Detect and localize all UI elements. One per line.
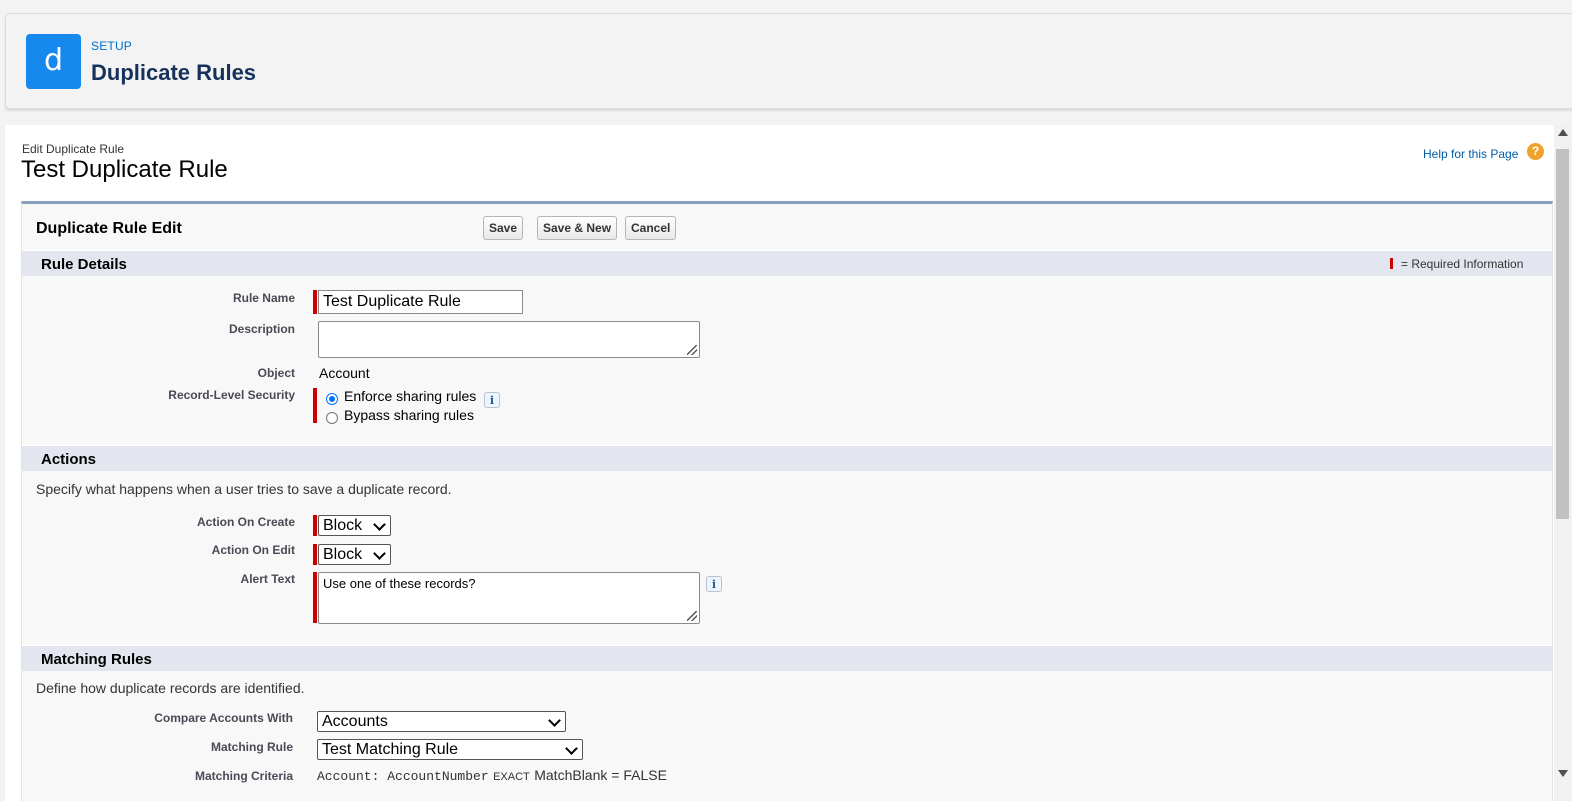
description-textarea[interactable] — [318, 321, 700, 358]
section-title: Rule Details — [41, 256, 127, 273]
save-button[interactable]: Save — [483, 216, 524, 240]
section-title: Matching Rules — [41, 651, 152, 668]
bypass-sharing-label[interactable]: Bypass sharing rules — [344, 407, 474, 423]
actions-description: Specify what happens when a user tries t… — [36, 481, 452, 497]
enforce-sharing-radio[interactable] — [326, 393, 338, 405]
edit-rule-label: Edit Duplicate Rule — [22, 142, 125, 156]
matching-rule-value: Test Matching Rule — [322, 741, 459, 758]
chevron-down-icon — [373, 518, 386, 531]
section-rule-details: Rule Details = Required Information — [22, 250, 1552, 276]
required-legend: = Required Information — [1390, 257, 1523, 271]
help-link[interactable]: Help for this Page — [1423, 147, 1518, 161]
matching-rule-select[interactable]: Test Matching Rule — [317, 739, 583, 760]
matching-criteria-label: Matching Criteria — [194, 769, 293, 783]
setup-app-icon: d — [26, 34, 81, 89]
criteria-method: EXACT — [493, 771, 530, 783]
help-icon[interactable]: ? — [1527, 143, 1544, 160]
record-title: Test Duplicate Rule — [21, 156, 228, 183]
top-strip — [0, 0, 1572, 14]
info-icon[interactable]: i — [706, 576, 722, 592]
alert-text-value: Use one of these records? — [323, 576, 476, 591]
alert-text-label: Alert Text — [240, 572, 295, 586]
required-marker — [313, 388, 317, 423]
scrollbar-thumb[interactable] — [1556, 149, 1569, 519]
chevron-down-icon — [548, 714, 561, 727]
action-on-create-value: Block — [323, 517, 363, 534]
alert-text-textarea[interactable]: Use one of these records? — [318, 572, 700, 624]
required-marker — [313, 544, 317, 565]
compare-accounts-select[interactable]: Accounts — [317, 711, 566, 732]
required-marker — [313, 572, 317, 623]
action-on-create-select[interactable]: Block — [318, 515, 391, 536]
criteria-match-blank: MatchBlank = FALSE — [534, 767, 667, 783]
chevron-down-icon — [373, 547, 386, 560]
enforce-sharing-label[interactable]: Enforce sharing rules — [344, 388, 476, 404]
cancel-button[interactable]: Cancel — [625, 216, 677, 240]
resize-handle-icon[interactable] — [687, 345, 697, 355]
scroll-up-arrow-icon[interactable] — [1558, 129, 1568, 136]
info-icon[interactable]: i — [484, 392, 500, 408]
matching-rule-label: Matching Rule — [210, 740, 293, 754]
action-on-edit-select[interactable]: Block — [318, 544, 391, 565]
bypass-sharing-radio[interactable] — [326, 412, 338, 424]
record-level-security-label: Record-Level Security — [168, 388, 295, 402]
required-marker — [1390, 258, 1393, 269]
object-value: Account — [319, 365, 370, 381]
section-title: Actions — [41, 451, 97, 468]
rule-name-label: Rule Name — [232, 291, 295, 305]
required-legend-text: = Required Information — [1401, 257, 1524, 271]
block-title: Duplicate Rule Edit — [36, 220, 182, 237]
section-actions: Actions — [22, 445, 1552, 471]
description-label: Description — [228, 322, 295, 336]
action-on-edit-value: Block — [323, 546, 363, 563]
chevron-down-icon — [565, 742, 578, 755]
action-on-edit-label: Action On Edit — [211, 543, 295, 557]
matching-rules-description: Define how duplicate records are identif… — [36, 680, 305, 696]
page-title: Duplicate Rules — [91, 60, 257, 85]
vertical-scrollbar[interactable] — [1554, 125, 1572, 801]
required-marker — [313, 290, 317, 314]
rule-name-input[interactable]: Test Duplicate Rule — [318, 290, 523, 314]
object-label: Object — [257, 366, 295, 380]
save-and-new-button[interactable]: Save & New — [537, 216, 618, 240]
matching-criteria-value: Account: AccountNumber EXACT MatchBlank … — [317, 767, 667, 785]
scroll-down-arrow-icon[interactable] — [1558, 770, 1568, 777]
action-on-create-label: Action On Create — [196, 515, 295, 529]
resize-handle-icon[interactable] — [687, 611, 697, 621]
duplicate-rule-edit-block: Duplicate Rule Edit Save Save & New Canc… — [21, 201, 1553, 801]
compare-accounts-label: Compare Accounts With — [154, 711, 293, 725]
compare-accounts-value: Accounts — [322, 713, 388, 730]
required-marker — [313, 515, 317, 536]
section-matching-rules: Matching Rules — [22, 645, 1552, 671]
setup-breadcrumb[interactable]: SETUP — [91, 39, 132, 53]
main-panel: Edit Duplicate Rule Test Duplicate Rule … — [5, 125, 1554, 801]
criteria-field: Account: AccountNumber — [317, 769, 489, 784]
